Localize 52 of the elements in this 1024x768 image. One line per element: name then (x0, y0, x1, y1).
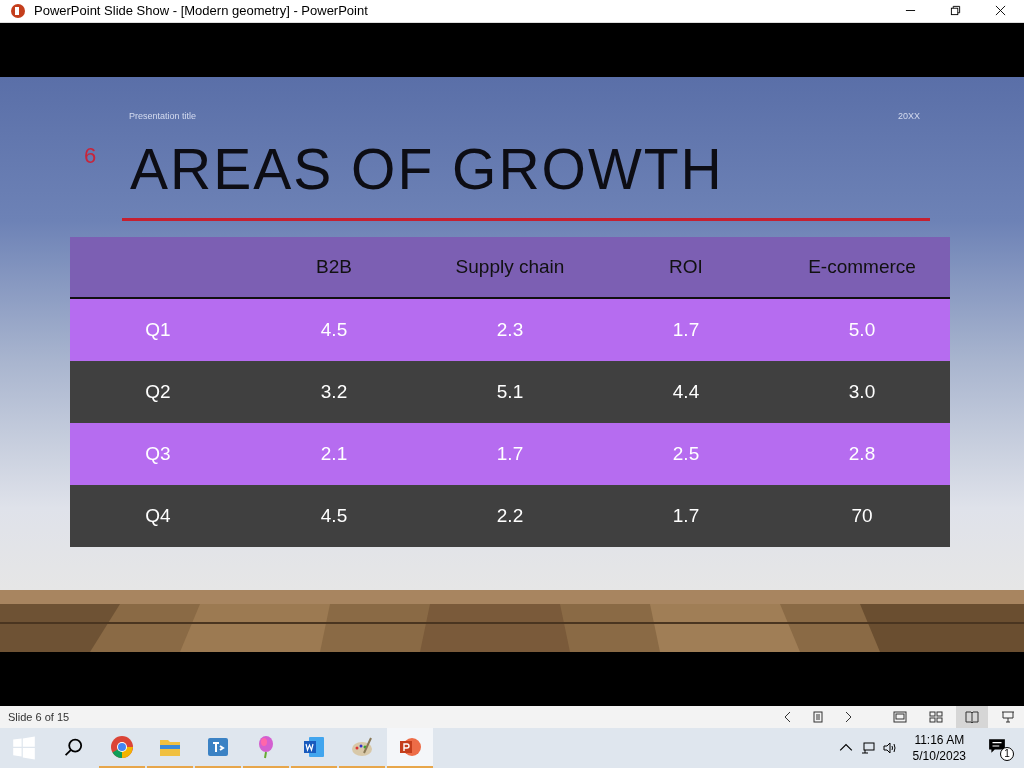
table-cell-text: 2.5 (671, 442, 701, 465)
palette-icon (350, 735, 374, 759)
table-cell-text: 3.2 (319, 380, 349, 403)
normal-view-icon (893, 711, 907, 723)
table-cell-text: Q3 (144, 442, 172, 465)
word-icon (302, 735, 326, 759)
table-cell-text: 5.0 (847, 318, 877, 341)
column-header: E-commerce (807, 255, 917, 278)
table-cell-text: 2.3 (495, 318, 525, 341)
powerpoint-icon (398, 735, 422, 759)
slide-counter: Slide 6 of 15 (8, 711, 70, 723)
table-cell-text: 70 (850, 504, 874, 527)
column-header: ROI (668, 255, 704, 278)
table-cell-text: 2.2 (495, 504, 525, 527)
grid-icon (929, 711, 943, 723)
table-cell-text: 1.7 (671, 504, 701, 527)
clock-time[interactable]: 11:16 AM (914, 732, 965, 748)
volume-icon[interactable] (882, 741, 897, 755)
menu-icon[interactable] (812, 711, 824, 723)
column-header: B2B (315, 255, 353, 278)
table-cell-text: 2.8 (847, 442, 877, 465)
table-cell-text: 1.7 (671, 318, 701, 341)
table-cell-text: Q2 (144, 380, 172, 403)
table-cell-text: Q4 (144, 504, 172, 527)
app-icon (10, 3, 26, 19)
taskbar-app[interactable] (387, 728, 433, 768)
chrome-icon (110, 735, 134, 759)
table-cell-text: 5.1 (495, 380, 525, 403)
table-cell-text: 4.5 (319, 318, 349, 341)
table-cell-text: 2.1 (319, 442, 349, 465)
window-title: PowerPoint Slide Show - [Modern geometry] - PowerPoint (34, 3, 369, 19)
view-button[interactable] (956, 706, 988, 728)
table-cell-text: 4.4 (671, 380, 701, 403)
presentation-title: Presentation title (129, 110, 197, 123)
column-header: Supply chain (454, 255, 566, 278)
projector-icon (1001, 711, 1015, 723)
slide-number: 6 (84, 142, 98, 169)
notification-count: 1 (1000, 747, 1014, 761)
windows-start-icon[interactable] (12, 736, 36, 760)
clock-date[interactable]: 5/10/2023 (912, 748, 966, 764)
close-icon[interactable] (995, 5, 1006, 17)
table-cell-text: Q1 (144, 318, 172, 341)
message-icon (988, 737, 1006, 755)
restore-icon[interactable] (950, 5, 961, 17)
table-cell-text: 3.0 (847, 380, 877, 403)
slide-year: 20XX (897, 110, 920, 123)
network-icon[interactable] (860, 741, 875, 755)
book-icon (965, 711, 979, 723)
slide-title: AREAS OF GROWTH (130, 136, 724, 201)
table-cell-text: 4.5 (319, 504, 349, 527)
teams-icon (206, 735, 230, 759)
table-cell-text: 1.7 (495, 442, 525, 465)
